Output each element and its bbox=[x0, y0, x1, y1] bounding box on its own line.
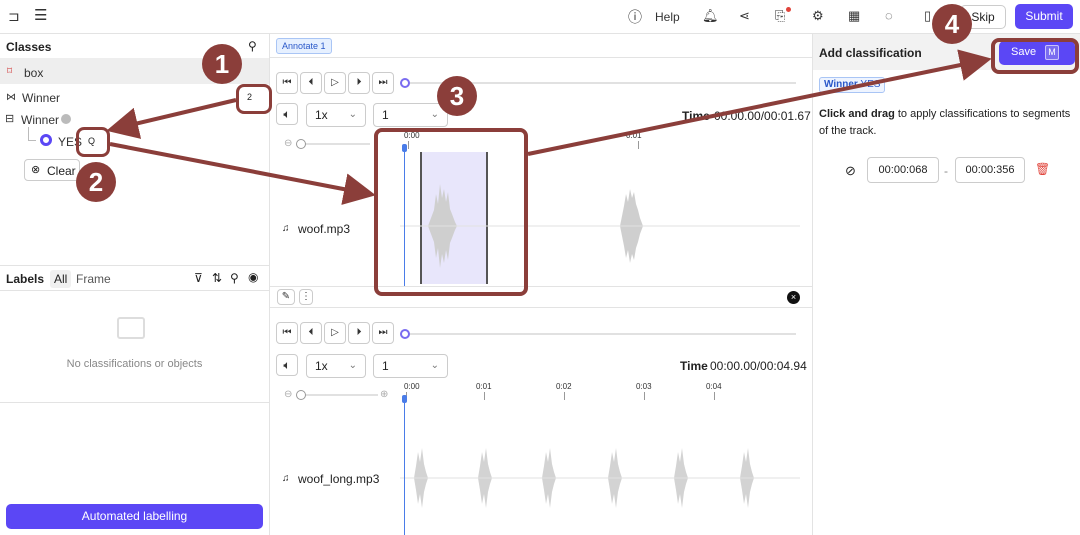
callout-4: 4 bbox=[932, 4, 972, 44]
arrow-3 bbox=[527, 49, 992, 156]
callout-3: 3 bbox=[437, 76, 477, 116]
arrow-1 bbox=[106, 98, 237, 139]
callout-2: 2 bbox=[76, 162, 116, 202]
callout-arrows bbox=[106, 49, 992, 205]
callout-1: 1 bbox=[202, 44, 242, 84]
arrow-2 bbox=[109, 142, 376, 205]
